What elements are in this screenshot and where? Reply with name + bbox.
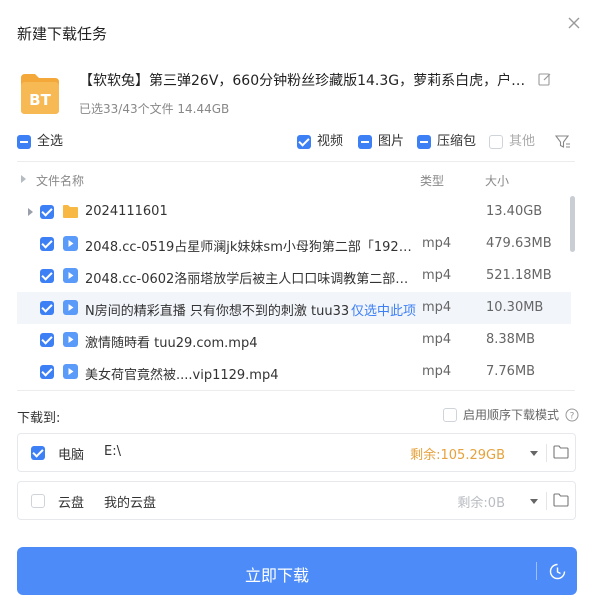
file-checkbox[interactable] [40, 333, 54, 347]
separator [536, 562, 537, 580]
cloud-free-space: 剩余:0B [457, 496, 505, 511]
file-row[interactable]: 激情随時看 tuu29.com.mp4 mp4 8.38MB [17, 324, 571, 356]
filter-archive-label: 压缩包 [437, 134, 477, 149]
file-list-scrollbar[interactable] [570, 196, 575, 252]
filter-video-checkbox[interactable]: 视频 [297, 133, 343, 151]
file-row[interactable]: 2048.cc-0519占星师澜jk妹妹sm小母狗第二部「1920x10… mp… [17, 228, 571, 260]
bt-file-icon: BT [21, 74, 59, 114]
task-name: 【软软兔】第三弹26V，660分钟粉丝珍藏版14.3G，萝莉系白虎，户外… [79, 73, 531, 89]
file-type: mp4 [422, 268, 452, 283]
column-type-header[interactable]: 类型 [420, 172, 444, 189]
select-all-checkbox[interactable]: 全选 [17, 133, 63, 151]
chevron-down-icon[interactable] [530, 499, 538, 504]
file-size: 479.63MB [486, 236, 552, 251]
image-checkbox-icon [358, 135, 372, 149]
svg-text:?: ? [570, 411, 575, 421]
file-checkbox[interactable] [40, 301, 54, 315]
file-name: 2048.cc-0602洛丽塔放学后被主人口口味调教第二部「60… [85, 272, 412, 287]
file-size: 10.30MB [486, 300, 544, 315]
video-file-icon [63, 364, 78, 379]
edit-icon[interactable] [538, 72, 552, 86]
divider [17, 161, 575, 162]
file-checkbox[interactable] [40, 205, 54, 219]
destination-pc[interactable]: 电脑 E:\ 剩余:105.29GB [17, 433, 576, 472]
divider [17, 390, 575, 391]
pc-free-space: 剩余:105.29GB [410, 448, 505, 463]
chevron-down-icon[interactable] [530, 451, 538, 456]
folder-icon[interactable] [553, 445, 569, 459]
video-file-icon [63, 332, 78, 347]
separator [546, 444, 547, 462]
pc-checkbox[interactable] [31, 446, 45, 460]
video-file-icon [63, 268, 78, 283]
file-name: 美女荷官竟然被....vip1129.mp4 [85, 368, 279, 383]
sequential-mode-label: 启用顺序下载模式 [463, 408, 560, 422]
file-list: 2024111601 13.40GB 2048.cc-0519占星师澜jk妹妹s… [17, 196, 575, 388]
collapse-all-icon[interactable] [21, 175, 26, 183]
video-checkbox-icon [297, 135, 311, 149]
file-size: 8.38MB [486, 332, 536, 347]
filter-image-checkbox[interactable]: 图片 [358, 133, 404, 151]
video-file-icon [63, 236, 78, 251]
help-icon[interactable]: ? [565, 408, 579, 422]
column-name-header[interactable]: 文件名称 [36, 172, 84, 189]
close-icon[interactable] [566, 15, 582, 31]
select-all-label: 全选 [37, 134, 64, 149]
file-type: mp4 [422, 236, 452, 251]
folder-icon[interactable] [553, 493, 569, 507]
file-name: 激情随時看 tuu29.com.mp4 [85, 336, 258, 351]
column-size-header[interactable]: 大小 [485, 172, 509, 189]
file-type: mp4 [422, 332, 452, 347]
file-name: 2048.cc-0519占星师澜jk妹妹sm小母狗第二部「1920x10… [85, 240, 412, 255]
filter-other-label: 其他 [509, 134, 536, 149]
filter-image-label: 图片 [378, 134, 405, 149]
cloud-checkbox[interactable] [31, 494, 45, 508]
filter-video-label: 视频 [317, 134, 344, 149]
download-to-label: 下载到: [17, 411, 61, 426]
file-size: 7.76MB [486, 364, 536, 379]
pc-label: 电脑 [58, 448, 85, 463]
select-all-partial-icon [17, 135, 31, 149]
dialog-title: 新建下载任务 [17, 25, 108, 43]
file-row-folder[interactable]: 2024111601 13.40GB [17, 196, 571, 228]
download-now-label: 立即下载 [244, 566, 309, 585]
svg-text:BT: BT [29, 91, 51, 109]
clock-icon[interactable] [549, 563, 566, 580]
file-size: 13.40GB [486, 204, 543, 219]
other-checkbox-icon [489, 135, 503, 149]
file-row[interactable]: 美女荷官竟然被....vip1129.mp4 mp4 7.76MB [17, 356, 571, 388]
file-checkbox[interactable] [40, 365, 54, 379]
file-row[interactable]: 2048.cc-0602洛丽塔放学后被主人口口味调教第二部「60… mp4 52… [17, 260, 571, 292]
file-checkbox[interactable] [40, 269, 54, 283]
expand-arrow-icon[interactable] [28, 208, 33, 216]
task-summary: 已选33/43个文件 14.44GB [79, 102, 230, 116]
destination-cloud[interactable]: 云盘 我的云盘 剩余:0B [17, 481, 576, 520]
download-now-button[interactable]: 立即下载 [17, 547, 577, 595]
file-checkbox[interactable] [40, 237, 54, 251]
sequential-mode-checkbox[interactable] [443, 407, 457, 422]
only-select-this-link[interactable]: 仅选中此项 [349, 300, 417, 319]
file-size: 521.18MB [486, 268, 552, 283]
file-row-hovered[interactable]: N房间的精彩直播 只有你想不到的刺激 tuu33.com 仅选中此项 mp4 1… [17, 292, 571, 324]
file-type: mp4 [422, 364, 452, 379]
separator [546, 492, 547, 510]
file-name: 2024111601 [85, 204, 168, 219]
video-file-icon [63, 300, 78, 315]
cloud-label: 云盘 [58, 496, 85, 511]
filter-archive-checkbox[interactable]: 压缩包 [417, 133, 476, 151]
filter-icon[interactable] [555, 134, 571, 150]
folder-icon [63, 205, 78, 218]
file-type: mp4 [422, 300, 452, 315]
cloud-path[interactable]: 我的云盘 [104, 492, 156, 511]
archive-checkbox-icon [417, 135, 431, 149]
sequential-mode-toggle[interactable]: 启用顺序下载模式 ? [443, 406, 579, 423]
filter-other-checkbox[interactable]: 其他 [489, 133, 535, 151]
pc-path[interactable]: E:\ [104, 444, 121, 459]
file-type-filter: 全选 视频 图片 压缩包 其他 [17, 133, 575, 151]
